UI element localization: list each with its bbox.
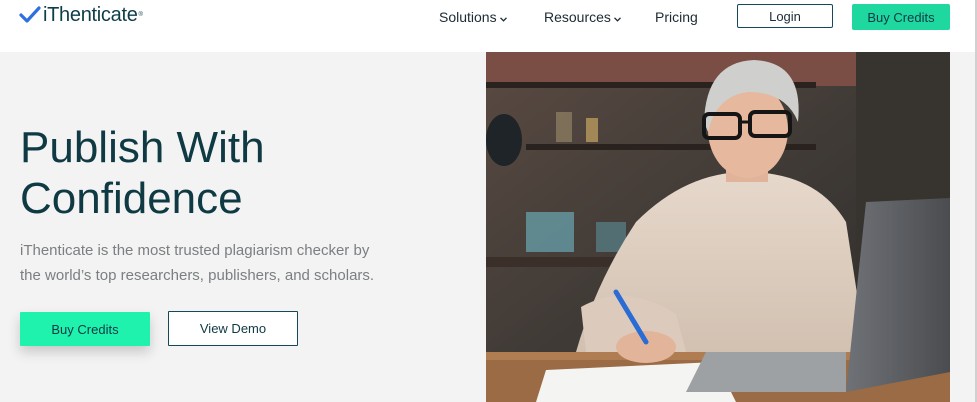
checkmark-icon: [19, 6, 41, 24]
site-header: iThenticate® Solutions Resources Pricing…: [0, 0, 977, 52]
nav-solutions[interactable]: Solutions: [439, 8, 507, 26]
view-demo-button[interactable]: View Demo: [168, 311, 298, 346]
nav-resources-label: Resources: [544, 9, 611, 25]
login-button[interactable]: Login: [737, 4, 833, 28]
hero-subtitle: iThenticate is the most trusted plagiari…: [20, 238, 440, 288]
hero-title-line2: Confidence: [20, 174, 243, 223]
nav-solutions-label: Solutions: [439, 9, 497, 25]
brand-name: iThenticate®: [43, 4, 143, 26]
nav-resources[interactable]: Resources: [544, 8, 621, 26]
buy-credits-hero-button[interactable]: Buy Credits: [20, 312, 150, 346]
buy-credits-header-button[interactable]: Buy Credits: [852, 4, 950, 30]
hero-subtitle-line2: the world’s top researchers, publishers,…: [20, 267, 375, 284]
nav-pricing-label: Pricing: [655, 9, 698, 25]
hero-title-line1: Publish With: [20, 123, 265, 172]
chevron-down-icon: [613, 9, 621, 25]
chevron-down-icon: [499, 9, 507, 25]
brand-logo[interactable]: iThenticate®: [19, 3, 143, 27]
hero-photo: [486, 52, 950, 402]
nav-pricing[interactable]: Pricing: [655, 8, 698, 26]
hero-subtitle-line1: iThenticate is the most trusted plagiari…: [20, 242, 370, 259]
hero-title: Publish With Confidence: [20, 122, 460, 224]
